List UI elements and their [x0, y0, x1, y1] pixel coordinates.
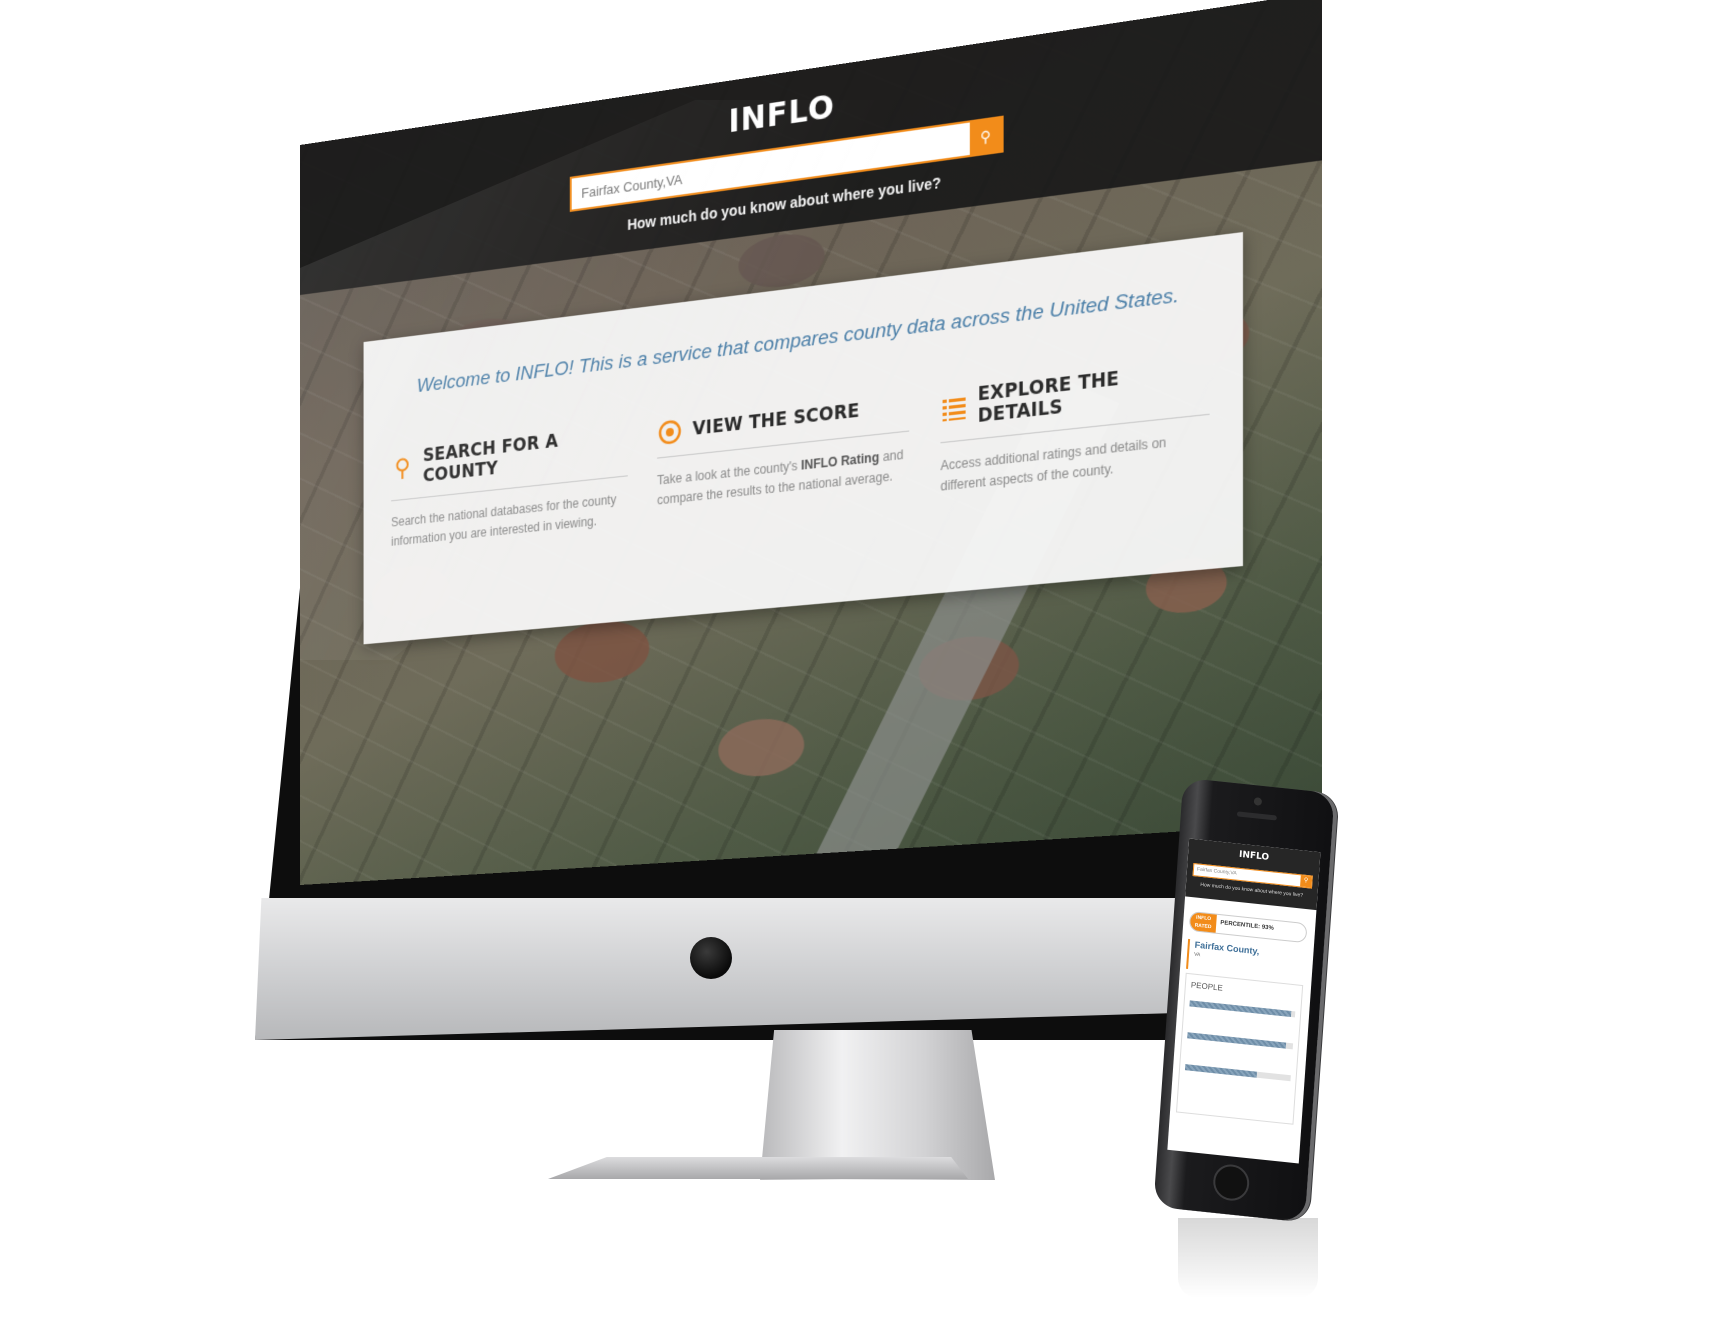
feature-title: SEARCH FOR A COUNTY: [422, 431, 559, 487]
desktop-page: INFLO ⚲ How much do you know about where…: [300, 0, 1322, 886]
inflo-rating-text: INFLO Rating: [800, 449, 880, 473]
feature-description: Search the national databases for the co…: [391, 492, 617, 549]
feature-header: ⚲ SEARCH FOR A COUNTY: [391, 423, 628, 502]
stat-bar: [1184, 1064, 1291, 1082]
inflo-rated-badge: INFLO RATED PERCENTILE: 93%: [1188, 910, 1308, 944]
apple-logo-icon: [690, 937, 732, 979]
feature-view-score: VIEW THE SCORE Take a look at the county…: [657, 391, 910, 511]
search-icon: ⚲: [394, 453, 411, 483]
feature-header: EXPLORE THE DETAILS: [940, 358, 1210, 444]
percentile-value: PERCENTILE: 93%: [1220, 920, 1274, 932]
stat-row: [1187, 1030, 1294, 1050]
phone-reflection: [1178, 1218, 1318, 1298]
iphone-mockup: INFLO ⚲ How much do you know about where…: [1153, 777, 1335, 1223]
imac-mockup: INFLO ⚲ How much do you know about where…: [0, 0, 1722, 1318]
feature-title: VIEW THE SCORE: [692, 400, 860, 441]
search-button[interactable]: ⚲: [969, 118, 1002, 155]
stat-bar: [1187, 1032, 1294, 1050]
search-icon: ⚲: [980, 126, 992, 146]
search-icon: ⚲: [1303, 877, 1309, 885]
feature-search-county: ⚲ SEARCH FOR A COUNTY Search the nationa…: [391, 423, 628, 552]
feature-title: EXPLORE THE DETAILS: [977, 368, 1120, 428]
people-section: PEOPLE: [1175, 972, 1304, 1125]
monitor-stand-foot: [548, 1157, 968, 1179]
list-icon: [940, 393, 967, 424]
stat-bar-fill: [1187, 1032, 1286, 1049]
stat-bar-fill: [1184, 1064, 1258, 1078]
stat-bar-fill: [1189, 1000, 1292, 1017]
badge-line-2: RATED: [1194, 922, 1212, 931]
desktop-screen: INFLO ⚲ How much do you know about where…: [300, 0, 1322, 886]
stat-row: [1184, 1062, 1291, 1082]
eye-icon: [657, 417, 683, 447]
mobile-header: INFLO ⚲ How much do you know about where…: [1185, 838, 1321, 911]
section-title: PEOPLE: [1190, 980, 1224, 993]
stat-row: [1189, 998, 1296, 1018]
stat-bar: [1189, 1000, 1296, 1018]
mobile-page: INFLO ⚲ How much do you know about where…: [1167, 838, 1321, 1164]
inflo-rated-tag: INFLO RATED: [1189, 912, 1217, 933]
mobile-search-button[interactable]: ⚲: [1300, 875, 1312, 888]
feature-explore-details: EXPLORE THE DETAILS Access additional ra…: [940, 358, 1210, 497]
